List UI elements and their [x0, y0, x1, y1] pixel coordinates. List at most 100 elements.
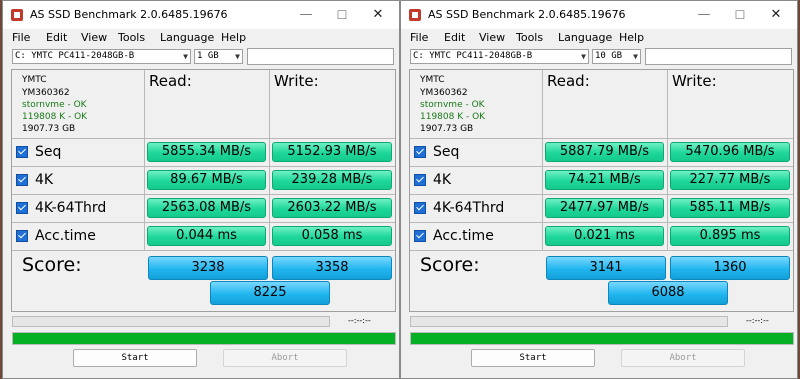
menu-language[interactable]: Language	[558, 31, 612, 44]
checkbox-checked-icon[interactable]	[414, 202, 426, 214]
results-panel: YMTC YM360362 stornvme - OK 119808 K - O…	[409, 69, 794, 312]
start-button[interactable]: Start	[73, 349, 197, 367]
total-score: 6088	[608, 281, 728, 305]
drive-model: YM360362	[420, 88, 468, 98]
checkbox-checked-icon[interactable]	[16, 202, 28, 214]
test-size-value: 1 GB	[197, 51, 219, 61]
test-size-value: 10 GB	[595, 51, 623, 61]
total-progress-bar	[12, 332, 396, 345]
read-score: 3238	[148, 256, 268, 280]
chevron-down-icon: ▼	[183, 52, 188, 61]
menu-file[interactable]: File	[410, 31, 428, 44]
4k-checkbox-row[interactable]: 4K	[414, 167, 451, 193]
menu-tools[interactable]: Tools	[118, 31, 145, 44]
total-progress-fill	[13, 333, 395, 344]
test-progress-bar	[12, 316, 330, 327]
window-title: AS SSD Benchmark 2.0.6485.19676	[428, 8, 626, 21]
test-size-select[interactable]: 10 GB ▼	[592, 49, 641, 64]
minimize-icon[interactable]: —	[691, 5, 717, 25]
chevron-down-icon: ▼	[235, 52, 240, 61]
acc-time-write-result: 0.058 ms	[272, 226, 392, 246]
4k-write-result: 227.77 MB/s	[670, 170, 790, 190]
menu-help[interactable]: Help	[619, 31, 644, 44]
menu-tools[interactable]: Tools	[516, 31, 543, 44]
maximize-icon[interactable]: ☐	[329, 5, 355, 25]
read-header: Read:	[547, 72, 590, 90]
drive-vendor: YMTC	[420, 75, 445, 85]
seq-label: Seq	[35, 144, 62, 160]
drive-select-value: C: YMTC PC411-2048GB-B	[413, 51, 533, 61]
results-panel: YMTC YM360362 stornvme - OK 119808 K - O…	[11, 69, 396, 312]
4k-read-result: 74.21 MB/s	[545, 170, 664, 190]
column-divider	[667, 70, 668, 250]
drive-vendor: YMTC	[22, 75, 47, 85]
score-label: Score:	[22, 254, 82, 276]
checkbox-checked-icon[interactable]	[16, 230, 28, 242]
menu-edit[interactable]: Edit	[444, 31, 465, 44]
close-icon[interactable]: ✕	[763, 5, 789, 25]
acc-time-label: Acc.time	[433, 228, 494, 244]
drive-select[interactable]: C: YMTC PC411-2048GB-B ▼	[410, 49, 589, 64]
benchmark-window-1gb: AS SSD Benchmark 2.0.6485.19676 — ☐ ✕ Fi…	[2, 0, 400, 379]
menu-view[interactable]: View	[479, 31, 505, 44]
menu-help[interactable]: Help	[221, 31, 246, 44]
acc-time-checkbox-row[interactable]: Acc.time	[16, 223, 96, 249]
blank-field	[247, 48, 394, 65]
drive-select-value: C: YMTC PC411-2048GB-B	[15, 51, 135, 61]
acc-time-read-result: 0.044 ms	[147, 226, 266, 246]
checkbox-checked-icon[interactable]	[414, 230, 426, 242]
write-score: 1360	[670, 256, 790, 280]
elapsed-time: --:--:--	[348, 316, 371, 325]
row-divider	[12, 138, 395, 139]
checkbox-checked-icon[interactable]	[414, 146, 426, 158]
score-label: Score:	[420, 254, 480, 276]
seq-label: Seq	[433, 144, 460, 160]
menu-file[interactable]: File	[12, 31, 30, 44]
4k-write-result: 239.28 MB/s	[272, 170, 392, 190]
close-icon[interactable]: ✕	[365, 5, 391, 25]
abort-button[interactable]: Abort	[621, 349, 745, 367]
menu-view[interactable]: View	[81, 31, 107, 44]
checkbox-checked-icon[interactable]	[16, 146, 28, 158]
title-bar[interactable]: AS SSD Benchmark 2.0.6485.19676 — ☐ ✕	[401, 1, 797, 29]
total-progress-bar	[410, 332, 794, 345]
4k-64thrd-checkbox-row[interactable]: 4K-64Thrd	[414, 195, 504, 221]
maximize-icon[interactable]: ☐	[727, 5, 753, 25]
drive-select[interactable]: C: YMTC PC411-2048GB-B ▼	[12, 49, 191, 64]
start-button[interactable]: Start	[471, 349, 595, 367]
blank-field	[645, 48, 792, 65]
test-size-select[interactable]: 1 GB ▼	[194, 49, 243, 64]
acc-time-checkbox-row[interactable]: Acc.time	[414, 223, 494, 249]
4k-label: 4K	[433, 172, 452, 188]
acc-time-write-result: 0.895 ms	[670, 226, 790, 246]
menu-edit[interactable]: Edit	[46, 31, 67, 44]
column-divider	[144, 70, 145, 250]
4k-64thrd-read-result: 2477.97 MB/s	[545, 198, 664, 218]
4k-checkbox-row[interactable]: 4K	[16, 167, 53, 193]
seq-checkbox-row[interactable]: Seq	[414, 139, 459, 165]
write-header: Write:	[672, 72, 717, 90]
4k-label: 4K	[35, 172, 54, 188]
menu-bar: File Edit View Tools Language Help	[3, 29, 399, 47]
4k-64thrd-write-result: 2603.22 MB/s	[272, 198, 392, 218]
chevron-down-icon: ▼	[633, 52, 638, 61]
total-progress-fill	[411, 333, 793, 344]
4k-64thrd-read-result: 2563.08 MB/s	[147, 198, 266, 218]
seq-checkbox-row[interactable]: Seq	[16, 139, 61, 165]
column-divider	[269, 70, 270, 250]
drive-capacity: 1907.73 GB	[22, 124, 76, 134]
acc-time-label: Acc.time	[35, 228, 96, 244]
minimize-icon[interactable]: —	[293, 5, 319, 25]
read-score: 3141	[546, 256, 666, 280]
benchmark-window-10gb: AS SSD Benchmark 2.0.6485.19676 — ☐ ✕ Fi…	[400, 0, 798, 379]
checkbox-checked-icon[interactable]	[414, 174, 426, 186]
row-divider	[12, 250, 395, 251]
app-icon	[409, 9, 421, 21]
title-bar[interactable]: AS SSD Benchmark 2.0.6485.19676 — ☐ ✕	[3, 1, 399, 29]
test-progress-bar	[410, 316, 728, 327]
4k-64thrd-checkbox-row[interactable]: 4K-64Thrd	[16, 195, 106, 221]
column-divider	[542, 70, 543, 250]
checkbox-checked-icon[interactable]	[16, 174, 28, 186]
abort-button[interactable]: Abort	[223, 349, 347, 367]
menu-language[interactable]: Language	[160, 31, 214, 44]
